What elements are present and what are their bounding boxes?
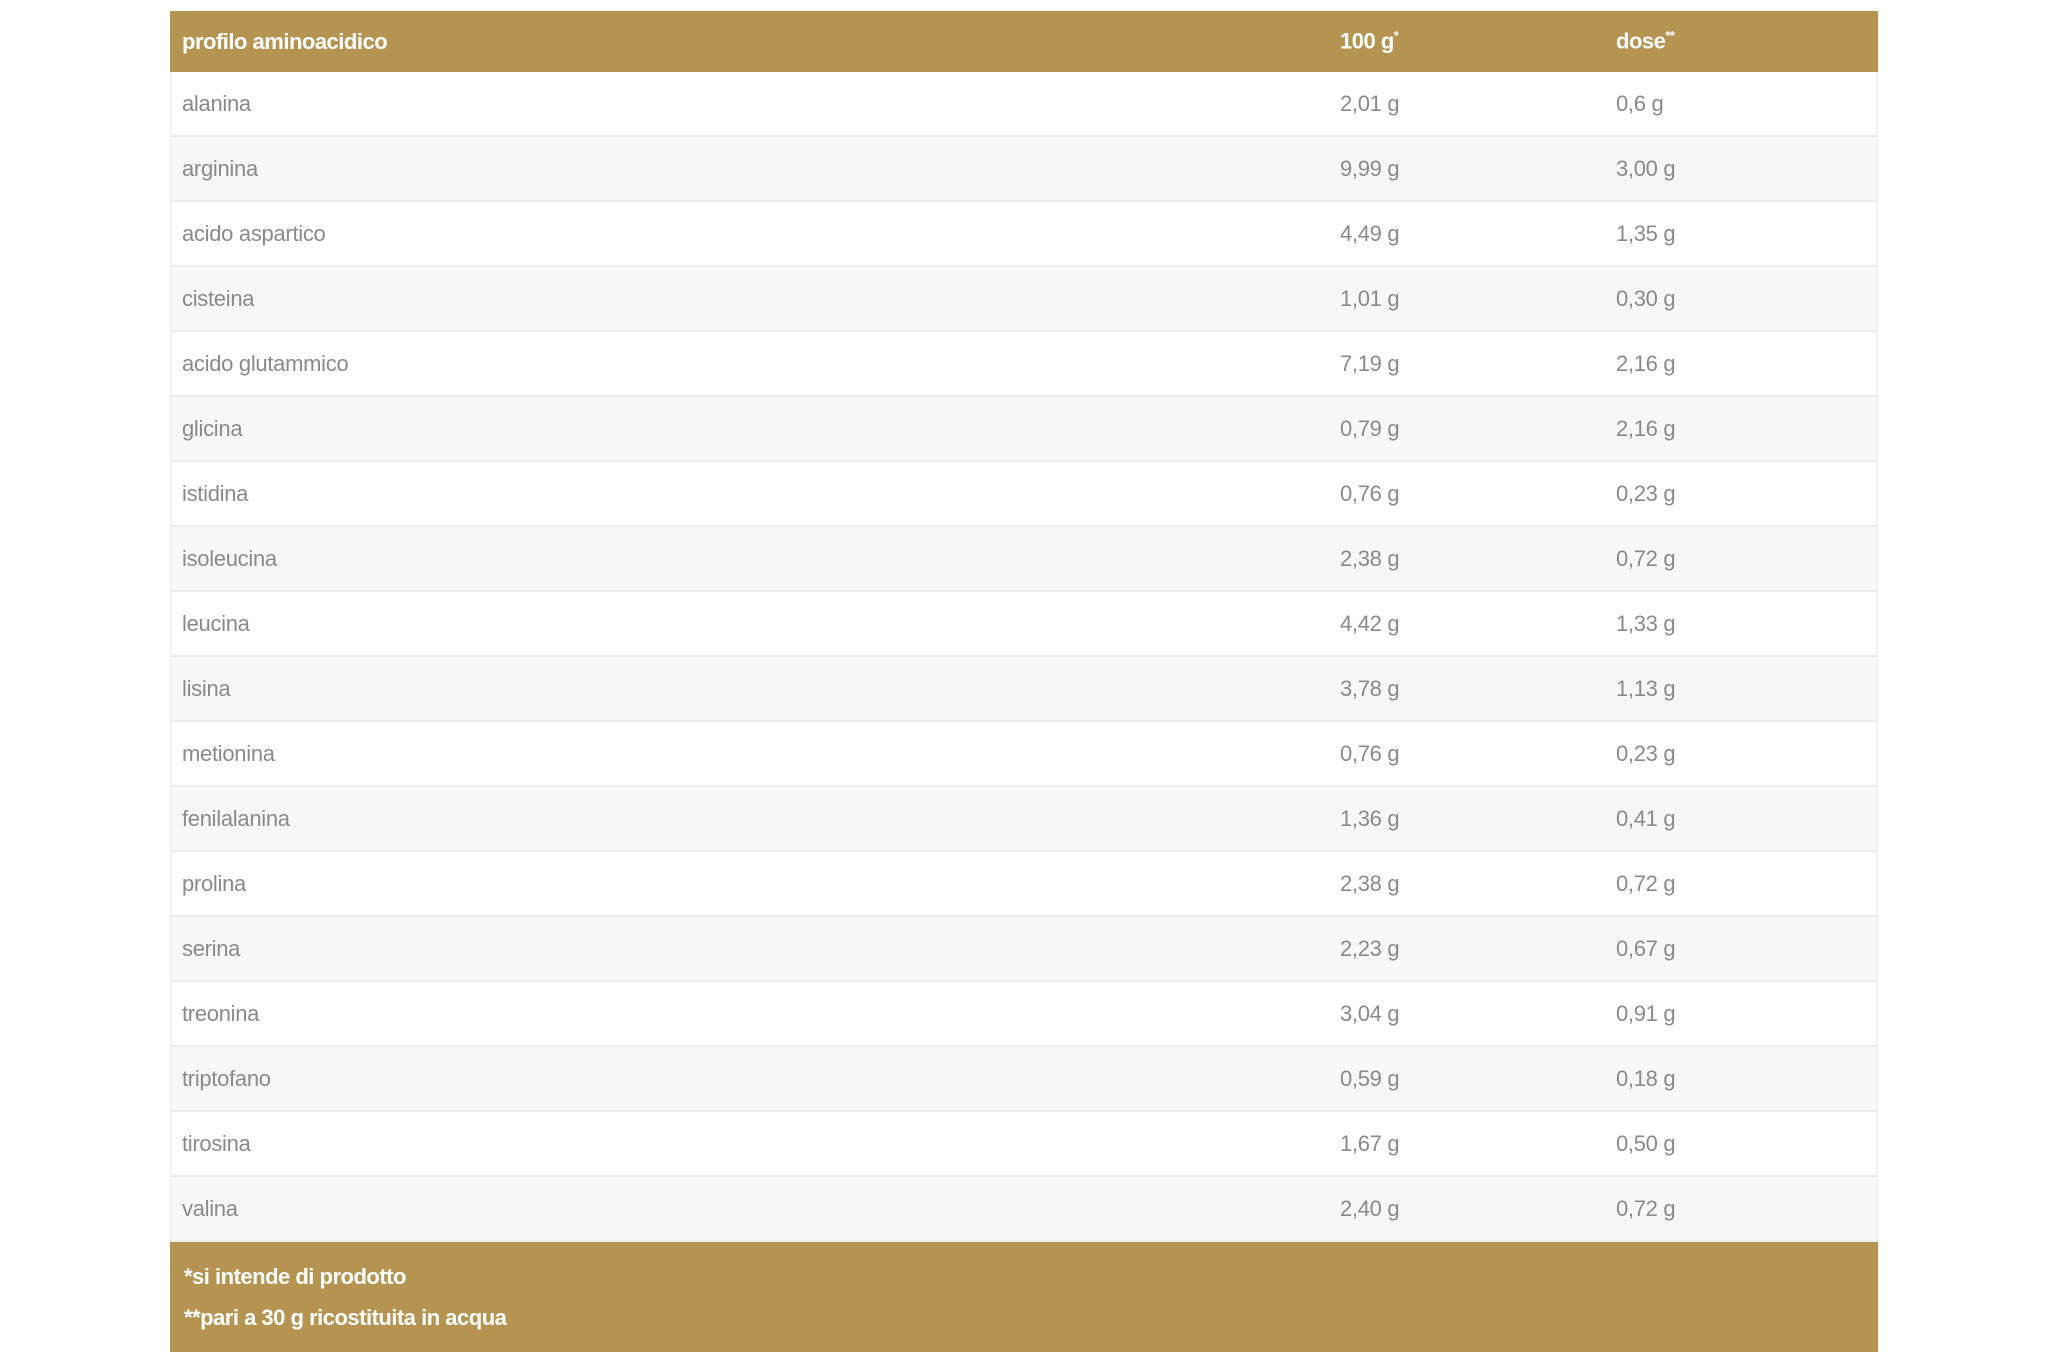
footnotes-cell: *si intende di prodotto **pari a 30 g ri… (170, 1241, 1878, 1352)
amino-per-100g: 2,40 g (1328, 1176, 1604, 1242)
amino-per-100g: 0,79 g (1328, 396, 1604, 462)
amino-dose: 3,00 g (1604, 136, 1878, 202)
amino-per-100g: 1,67 g (1328, 1111, 1604, 1177)
table-row: arginina 9,99 g 3,00 g (170, 136, 1878, 202)
amino-name: glicina (170, 396, 1328, 462)
amino-name: serina (170, 916, 1328, 982)
table-header: profilo aminoacidico 100 g* dose** (170, 11, 1878, 72)
header-amino-profile: profilo aminoacidico (170, 11, 1328, 72)
amino-per-100g: 3,04 g (1328, 981, 1604, 1047)
amino-name: acido glutammico (170, 331, 1328, 397)
amino-dose: 1,33 g (1604, 591, 1878, 657)
amino-dose: 1,35 g (1604, 201, 1878, 267)
amino-per-100g: 4,49 g (1328, 201, 1604, 267)
header-per-100g-mark: * (1393, 28, 1399, 44)
amino-dose: 0,23 g (1604, 461, 1878, 527)
amino-per-100g: 2,01 g (1328, 72, 1604, 137)
table-row: glicina 0,79 g 2,16 g (170, 396, 1878, 462)
amino-name: tirosina (170, 1111, 1328, 1177)
amino-dose: 0,18 g (1604, 1046, 1878, 1112)
table-row: prolina 2,38 g 0,72 g (170, 851, 1878, 917)
header-dose-label: dose (1616, 28, 1666, 54)
table-row: acido glutammico 7,19 g 2,16 g (170, 331, 1878, 397)
amino-per-100g: 2,23 g (1328, 916, 1604, 982)
amino-name: alanina (170, 72, 1328, 137)
table-row: alanina 2,01 g 0,6 g (170, 72, 1878, 137)
amino-acid-profile-table: profilo aminoacidico 100 g* dose** alani… (170, 11, 1878, 1352)
table-row: isoleucina 2,38 g 0,72 g (170, 526, 1878, 592)
amino-per-100g: 0,59 g (1328, 1046, 1604, 1112)
amino-dose: 0,30 g (1604, 266, 1878, 332)
table-row: valina 2,40 g 0,72 g (170, 1176, 1878, 1242)
footnote-dose: **pari a 30 g ricostituita in acqua (184, 1305, 507, 1330)
amino-per-100g: 7,19 g (1328, 331, 1604, 397)
amino-name: prolina (170, 851, 1328, 917)
amino-dose: 0,72 g (1604, 1176, 1878, 1242)
header-per-100g-label: 100 g (1340, 28, 1394, 54)
amino-dose: 2,16 g (1604, 396, 1878, 462)
amino-name: cisteina (170, 266, 1328, 332)
amino-dose: 0,41 g (1604, 786, 1878, 852)
header-dose: dose** (1604, 11, 1878, 72)
table-row: triptofano 0,59 g 0,18 g (170, 1046, 1878, 1112)
amino-dose: 0,91 g (1604, 981, 1878, 1047)
footnote-product: *si intende di prodotto (184, 1264, 406, 1289)
amino-name: isoleucina (170, 526, 1328, 592)
amino-per-100g: 4,42 g (1328, 591, 1604, 657)
amino-name: istidina (170, 461, 1328, 527)
amino-acid-table-container: profilo aminoacidico 100 g* dose** alani… (170, 11, 1878, 1352)
amino-name: leucina (170, 591, 1328, 657)
amino-dose: 0,6 g (1604, 72, 1878, 137)
header-per-100g: 100 g* (1328, 11, 1604, 72)
amino-name: triptofano (170, 1046, 1328, 1112)
amino-name: metionina (170, 721, 1328, 787)
table-row: tirosina 1,67 g 0,50 g (170, 1111, 1878, 1177)
table-row: cisteina 1,01 g 0,30 g (170, 266, 1878, 332)
header-dose-mark: ** (1665, 28, 1675, 44)
amino-dose: 0,50 g (1604, 1111, 1878, 1177)
amino-name: treonina (170, 981, 1328, 1047)
amino-dose: 0,72 g (1604, 526, 1878, 592)
table-row: acido aspartico 4,49 g 1,35 g (170, 201, 1878, 267)
table-row: fenilalanina 1,36 g 0,41 g (170, 786, 1878, 852)
header-row: profilo aminoacidico 100 g* dose** (170, 11, 1878, 72)
amino-per-100g: 2,38 g (1328, 851, 1604, 917)
amino-dose: 2,16 g (1604, 331, 1878, 397)
amino-per-100g: 2,38 g (1328, 526, 1604, 592)
table-footer: *si intende di prodotto **pari a 30 g ri… (170, 1241, 1878, 1352)
table-row: metionina 0,76 g 0,23 g (170, 721, 1878, 787)
amino-per-100g: 1,36 g (1328, 786, 1604, 852)
amino-per-100g: 1,01 g (1328, 266, 1604, 332)
amino-dose: 0,67 g (1604, 916, 1878, 982)
amino-per-100g: 0,76 g (1328, 721, 1604, 787)
amino-name: fenilalanina (170, 786, 1328, 852)
amino-name: acido aspartico (170, 201, 1328, 267)
amino-dose: 1,13 g (1604, 656, 1878, 722)
table-row: serina 2,23 g 0,67 g (170, 916, 1878, 982)
amino-per-100g: 0,76 g (1328, 461, 1604, 527)
footer-row: *si intende di prodotto **pari a 30 g ri… (170, 1241, 1878, 1352)
table-row: lisina 3,78 g 1,13 g (170, 656, 1878, 722)
amino-name: valina (170, 1176, 1328, 1242)
amino-name: lisina (170, 656, 1328, 722)
amino-name: arginina (170, 136, 1328, 202)
amino-per-100g: 3,78 g (1328, 656, 1604, 722)
amino-dose: 0,72 g (1604, 851, 1878, 917)
table-row: istidina 0,76 g 0,23 g (170, 461, 1878, 527)
amino-per-100g: 9,99 g (1328, 136, 1604, 202)
amino-dose: 0,23 g (1604, 721, 1878, 787)
table-row: treonina 3,04 g 0,91 g (170, 981, 1878, 1047)
table-body: alanina 2,01 g 0,6 g arginina 9,99 g 3,0… (170, 72, 1878, 1242)
table-row: leucina 4,42 g 1,33 g (170, 591, 1878, 657)
